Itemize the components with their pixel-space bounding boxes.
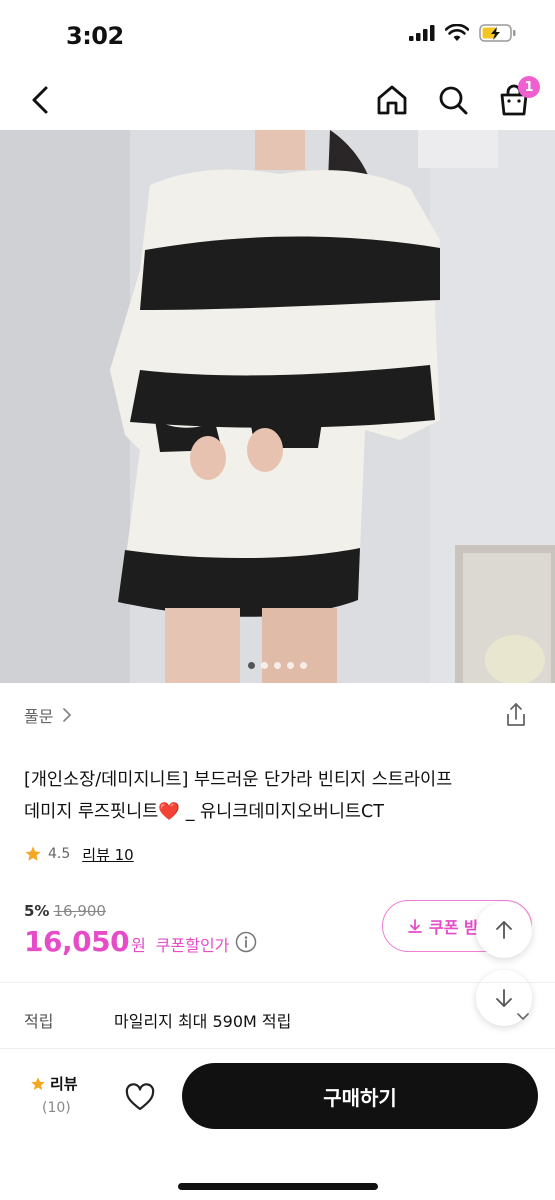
wifi-icon xyxy=(445,24,469,41)
status-icons xyxy=(409,24,517,42)
get-coupon-label: 쿠폰 받 xyxy=(429,918,479,937)
sale-price-row: 16,050 원 쿠폰할인가 xyxy=(24,925,257,958)
status-time: 3:02 xyxy=(66,22,124,50)
points-row: 적립 마일리지 최대 590M 적립 xyxy=(24,1004,531,1036)
heart-icon xyxy=(125,1083,155,1111)
brand-row: 풀문 xyxy=(24,700,531,730)
bottom-review-button[interactable]: 리뷰 (10) xyxy=(30,1073,90,1116)
home-indicator xyxy=(178,1183,378,1190)
search-button[interactable] xyxy=(433,80,473,120)
chevron-right-icon xyxy=(63,708,72,722)
product-image-carousel[interactable] xyxy=(0,130,555,683)
arrow-up-icon xyxy=(496,921,512,939)
coupon-price-label: 쿠폰할인가 xyxy=(155,936,230,955)
points-label: 적립 xyxy=(24,1012,54,1031)
download-icon xyxy=(408,919,422,933)
carousel-dot[interactable] xyxy=(287,662,294,669)
top-nav-bar: 1 xyxy=(0,70,555,130)
home-icon xyxy=(377,85,407,115)
discount-row: 5% 16,900 xyxy=(24,902,106,920)
divider xyxy=(0,982,555,983)
info-icon[interactable] xyxy=(235,931,257,953)
carousel-pagination xyxy=(0,662,555,669)
chevron-left-icon xyxy=(32,86,48,114)
rating-row: 4.5 리뷰 10 xyxy=(24,842,134,866)
cellular-signal-icon xyxy=(409,25,435,41)
buy-button[interactable]: 구매하기 xyxy=(182,1063,538,1129)
battery-charging-icon xyxy=(479,24,516,42)
carousel-dot[interactable] xyxy=(261,662,268,669)
cart-button[interactable]: 1 xyxy=(494,76,540,120)
star-icon xyxy=(25,846,41,861)
product-title-line: [개인소장/데미지니트] 부드러운 단가라 빈티지 스트라이프 xyxy=(24,770,453,790)
original-price: 16,900 xyxy=(53,902,106,920)
product-title-line: 데미지 루즈핏니트❤️ _ 유니크데미지오버니트CT xyxy=(24,802,384,822)
share-icon xyxy=(507,703,525,726)
scroll-up-button[interactable] xyxy=(476,902,532,958)
star-icon xyxy=(31,1076,45,1090)
sale-price: 16,050 xyxy=(24,925,130,958)
rating-value: 4.5 xyxy=(48,846,71,862)
home-button[interactable] xyxy=(372,80,412,120)
search-icon xyxy=(439,86,468,115)
review-count-link[interactable]: 리뷰 10 xyxy=(82,844,133,865)
product-title: [개인소장/데미지니트] 부드러운 단가라 빈티지 스트라이프 데미지 루즈핏니… xyxy=(24,764,534,828)
status-bar: 3:02 xyxy=(0,0,555,70)
discount-rate: 5% xyxy=(24,902,50,920)
back-button[interactable] xyxy=(22,80,62,120)
share-button[interactable] xyxy=(501,700,531,730)
points-value: 마일리지 최대 590M 적립 xyxy=(114,1012,292,1031)
bottom-review-count: (10) xyxy=(42,1100,71,1116)
cart-count-badge: 1 xyxy=(518,76,540,98)
product-photo xyxy=(0,130,555,683)
currency-unit: 원 xyxy=(131,936,146,955)
carousel-dot[interactable] xyxy=(274,662,281,669)
chevron-down-icon[interactable] xyxy=(515,1010,531,1024)
carousel-dot[interactable] xyxy=(300,662,307,669)
bottom-review-label: 리뷰 xyxy=(50,1075,78,1093)
brand-link[interactable]: 풀문 xyxy=(24,703,53,727)
wishlist-button[interactable] xyxy=(122,1079,158,1115)
carousel-dot[interactable] xyxy=(248,662,255,669)
bottom-action-bar: 리뷰 (10) 구매하기 xyxy=(0,1048,555,1200)
